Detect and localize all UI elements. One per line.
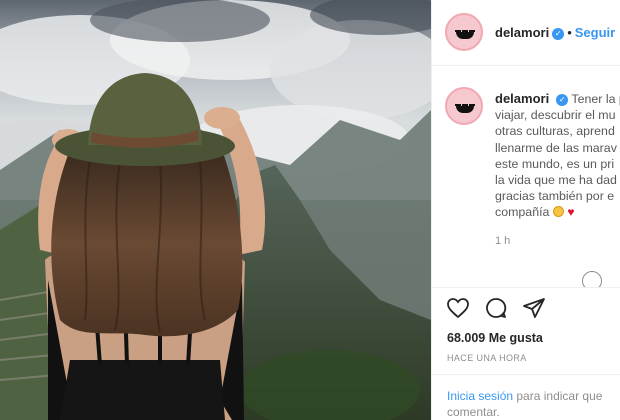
caption-section: delamori ✓ Tener la p viajar, descubrir e… (432, 67, 620, 287)
verified-badge-icon: ✓ (556, 94, 569, 106)
avatar-eye (456, 106, 474, 113)
post-sidebar: delamori✓•Seguir delamori✓ Tener la p vi… (431, 0, 620, 420)
caption-avatar[interactable] (445, 87, 483, 125)
verified-badge-icon: ✓ (552, 28, 565, 40)
post-photo[interactable] (0, 0, 431, 420)
smile-emoji-icon (552, 206, 564, 218)
caption-line: este mundo, es un pri (495, 156, 615, 171)
separator-dot: • (567, 25, 572, 40)
heart-emoji-icon: ♥ (567, 205, 575, 220)
post-timestamp[interactable]: HACE UNA HORA (447, 353, 527, 363)
caption-line: otras culturas, aprend (495, 124, 615, 139)
username-link[interactable]: delamori (495, 25, 549, 40)
post-header: delamori ✓ • Seguir (432, 0, 620, 66)
caption-line: viajar, descubrir el mu (495, 108, 616, 123)
divider (432, 287, 620, 288)
caption-username[interactable]: delamori (495, 91, 549, 106)
divider (432, 374, 620, 375)
caption-line: compañía (495, 205, 550, 220)
caption-line: la vida que me ha dad (495, 173, 617, 188)
caption-line: Tener la p (571, 92, 620, 106)
action-bar (446, 296, 566, 320)
avatar-eye (456, 32, 474, 39)
like-count[interactable]: 68.009 Me gusta (447, 331, 543, 345)
login-text: para indicar que (513, 389, 603, 403)
avatar[interactable] (445, 13, 483, 51)
login-text-2: comentar. (447, 405, 500, 419)
caption-line: llenarme de las marav (495, 140, 617, 155)
caption-line: gracias también por e (495, 189, 615, 204)
load-more-icon[interactable] (582, 271, 602, 287)
machu-picchu-photo (0, 0, 431, 420)
like-heart-icon[interactable] (446, 296, 470, 320)
share-icon[interactable] (522, 296, 546, 320)
login-link[interactable]: Inicia sesión (447, 389, 513, 403)
login-prompt: Inicia sesión para indicar que comentar. (447, 388, 620, 420)
comment-time: 1 h (495, 235, 511, 247)
follow-button[interactable]: Seguir (575, 25, 615, 40)
comment-icon[interactable] (484, 296, 508, 320)
caption-text: delamori ✓ Tener la p viajar, descubrir e… (495, 91, 620, 221)
header-line: delamori ✓ • Seguir (495, 25, 615, 40)
